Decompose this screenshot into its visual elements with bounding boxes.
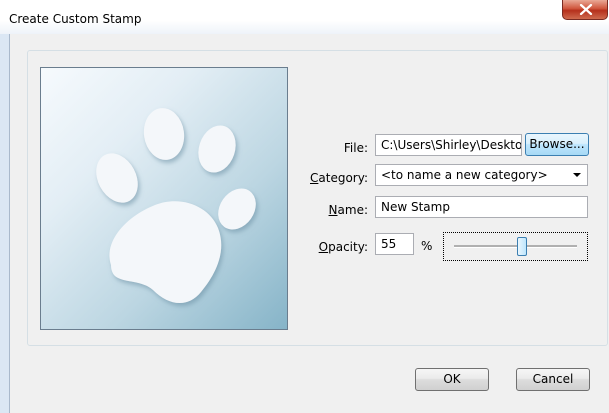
stamp-preview [40, 67, 288, 330]
ok-button[interactable]: OK [415, 368, 489, 391]
file-path-field[interactable]: C:\Users\Shirley\Desktop [375, 134, 522, 156]
browse-button[interactable]: Browse... [525, 133, 589, 156]
file-label: File: [343, 141, 368, 155]
opacity-label: Opacity: [318, 240, 368, 254]
opacity-input[interactable]: 55 [375, 233, 414, 255]
opacity-slider[interactable] [443, 232, 588, 261]
window-title: Create Custom Stamp [9, 12, 142, 26]
paw-print-icon [96, 108, 256, 304]
opacity-unit: % [421, 239, 433, 253]
dialog-body: File: C:\Users\Shirley\Desktop Browse...… [9, 34, 609, 413]
name-input[interactable]: New Stamp [375, 196, 588, 218]
cancel-button[interactable]: Cancel [516, 368, 590, 391]
slider-thumb[interactable] [516, 237, 527, 256]
category-dropdown-value: <to name a new category> [381, 168, 548, 182]
chevron-down-icon [573, 173, 581, 177]
close-button[interactable] [562, 0, 608, 20]
close-icon [579, 4, 593, 15]
name-label: Name: [328, 203, 368, 217]
title-bar[interactable]: Create Custom Stamp [0, 0, 609, 34]
category-label: Category: [310, 171, 368, 185]
slider-track [454, 245, 577, 248]
category-dropdown[interactable]: <to name a new category> [375, 164, 588, 186]
